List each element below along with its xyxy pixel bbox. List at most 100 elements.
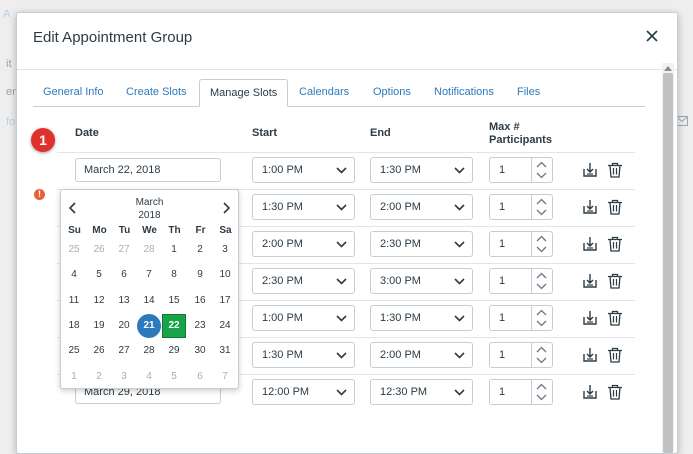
calendar-day-outside[interactable]: 7 xyxy=(213,365,237,389)
stepper-buttons[interactable] xyxy=(531,380,552,404)
tab-create-slots[interactable]: Create Slots xyxy=(116,79,197,106)
calendar-day-outside[interactable]: 26 xyxy=(87,238,111,262)
save-icon[interactable] xyxy=(582,273,598,289)
tab-files[interactable]: Files xyxy=(507,79,550,106)
calendar-day[interactable]: 21 xyxy=(137,313,161,338)
calendar-day[interactable]: 20 xyxy=(112,314,136,338)
max-participants-stepper[interactable]: 1 xyxy=(489,342,553,368)
start-time-select[interactable]: 2:00 PM xyxy=(252,231,355,257)
calendar-day-outside[interactable]: 25 xyxy=(62,238,86,262)
calendar-day[interactable]: 16 xyxy=(188,289,212,313)
tab-options[interactable]: Options xyxy=(363,79,421,106)
max-participants-stepper[interactable]: 1 xyxy=(489,305,553,331)
trash-icon[interactable] xyxy=(607,236,623,252)
trash-icon[interactable] xyxy=(607,199,623,215)
increment-icon[interactable] xyxy=(536,346,547,353)
save-icon[interactable] xyxy=(582,347,598,363)
tab-manage-slots[interactable]: Manage Slots xyxy=(199,79,289,107)
trash-icon[interactable] xyxy=(607,384,623,400)
scrollbar-thumb[interactable] xyxy=(663,73,673,453)
decrement-icon[interactable] xyxy=(536,320,547,327)
close-icon[interactable] xyxy=(645,29,659,43)
calendar-day-outside[interactable]: 28 xyxy=(137,238,161,262)
calendar-day[interactable]: 11 xyxy=(62,289,86,313)
increment-icon[interactable] xyxy=(536,272,547,279)
trash-icon[interactable] xyxy=(607,162,623,178)
calendar-day[interactable]: 9 xyxy=(188,263,212,287)
date-input[interactable]: March 22, 2018 xyxy=(75,158,221,182)
increment-icon[interactable] xyxy=(536,161,547,168)
calendar-day[interactable]: 29 xyxy=(162,339,186,363)
calendar-day[interactable]: 2 xyxy=(188,238,212,262)
decrement-icon[interactable] xyxy=(536,172,547,179)
calendar-day[interactable]: 25 xyxy=(62,339,86,363)
calendar-day[interactable]: 26 xyxy=(87,339,111,363)
calendar-day-outside[interactable]: 6 xyxy=(188,365,212,389)
scrollbar[interactable] xyxy=(662,63,674,453)
decrement-icon[interactable] xyxy=(536,283,547,290)
next-month-icon[interactable] xyxy=(221,202,231,214)
calendar-day-outside[interactable]: 5 xyxy=(162,365,186,389)
stepper-buttons[interactable] xyxy=(531,269,552,293)
increment-icon[interactable] xyxy=(536,198,547,205)
trash-icon[interactable] xyxy=(607,310,623,326)
trash-icon[interactable] xyxy=(607,347,623,363)
stepper-buttons[interactable] xyxy=(531,343,552,367)
decrement-icon[interactable] xyxy=(536,357,547,364)
calendar-day[interactable]: 1 xyxy=(162,238,186,262)
calendar-day[interactable]: 6 xyxy=(112,263,136,287)
calendar-day[interactable]: 23 xyxy=(188,314,212,338)
end-time-select[interactable]: 3:00 PM xyxy=(370,268,473,294)
end-time-select[interactable]: 2:00 PM xyxy=(370,194,473,220)
increment-icon[interactable] xyxy=(536,309,547,316)
end-time-select[interactable]: 2:00 PM xyxy=(370,342,473,368)
end-time-select[interactable]: 12:30 PM xyxy=(370,379,473,405)
start-time-select[interactable]: 12:00 PM xyxy=(252,379,355,405)
start-time-select[interactable]: 1:00 PM xyxy=(252,305,355,331)
calendar-day-outside[interactable]: 1 xyxy=(62,365,86,389)
scroll-up-icon[interactable] xyxy=(664,65,672,71)
trash-icon[interactable] xyxy=(607,273,623,289)
calendar-day[interactable]: 12 xyxy=(87,289,111,313)
max-participants-stepper[interactable]: 1 xyxy=(489,194,553,220)
calendar-day[interactable]: 30 xyxy=(188,339,212,363)
increment-icon[interactable] xyxy=(536,235,547,242)
calendar-day-outside[interactable]: 27 xyxy=(112,238,136,262)
calendar-day[interactable]: 15 xyxy=(162,289,186,313)
stepper-buttons[interactable] xyxy=(531,306,552,330)
decrement-icon[interactable] xyxy=(536,394,547,401)
calendar-day-outside[interactable]: 3 xyxy=(112,365,136,389)
calendar-day[interactable]: 8 xyxy=(162,263,186,287)
calendar-day[interactable]: 5 xyxy=(87,263,111,287)
stepper-buttons[interactable] xyxy=(531,232,552,256)
calendar-day[interactable]: 18 xyxy=(62,314,86,338)
calendar-day[interactable]: 13 xyxy=(112,289,136,313)
start-time-select[interactable]: 2:30 PM xyxy=(252,268,355,294)
max-participants-stepper[interactable]: 1 xyxy=(489,268,553,294)
save-icon[interactable] xyxy=(582,199,598,215)
tab-notifications[interactable]: Notifications xyxy=(424,79,504,106)
max-participants-stepper[interactable]: 1 xyxy=(489,157,553,183)
save-icon[interactable] xyxy=(582,384,598,400)
end-time-select[interactable]: 1:30 PM xyxy=(370,157,473,183)
calendar-day[interactable]: 22 xyxy=(162,313,186,338)
save-icon[interactable] xyxy=(582,310,598,326)
calendar-day[interactable]: 19 xyxy=(87,314,111,338)
end-time-select[interactable]: 2:30 PM xyxy=(370,231,473,257)
calendar-day[interactable]: 24 xyxy=(213,314,237,338)
save-icon[interactable] xyxy=(582,162,598,178)
calendar-day[interactable]: 10 xyxy=(213,263,237,287)
calendar-day[interactable]: 4 xyxy=(62,263,86,287)
calendar-day[interactable]: 17 xyxy=(213,289,237,313)
increment-icon[interactable] xyxy=(536,383,547,390)
decrement-icon[interactable] xyxy=(536,209,547,216)
max-participants-stepper[interactable]: 1 xyxy=(489,231,553,257)
calendar-day-outside[interactable]: 4 xyxy=(137,365,161,389)
calendar-day[interactable]: 7 xyxy=(137,263,161,287)
end-time-select[interactable]: 1:30 PM xyxy=(370,305,473,331)
calendar-day[interactable]: 28 xyxy=(137,339,161,363)
stepper-buttons[interactable] xyxy=(531,158,552,182)
decrement-icon[interactable] xyxy=(536,246,547,253)
stepper-buttons[interactable] xyxy=(531,195,552,219)
tab-calendars[interactable]: Calendars xyxy=(289,79,359,106)
